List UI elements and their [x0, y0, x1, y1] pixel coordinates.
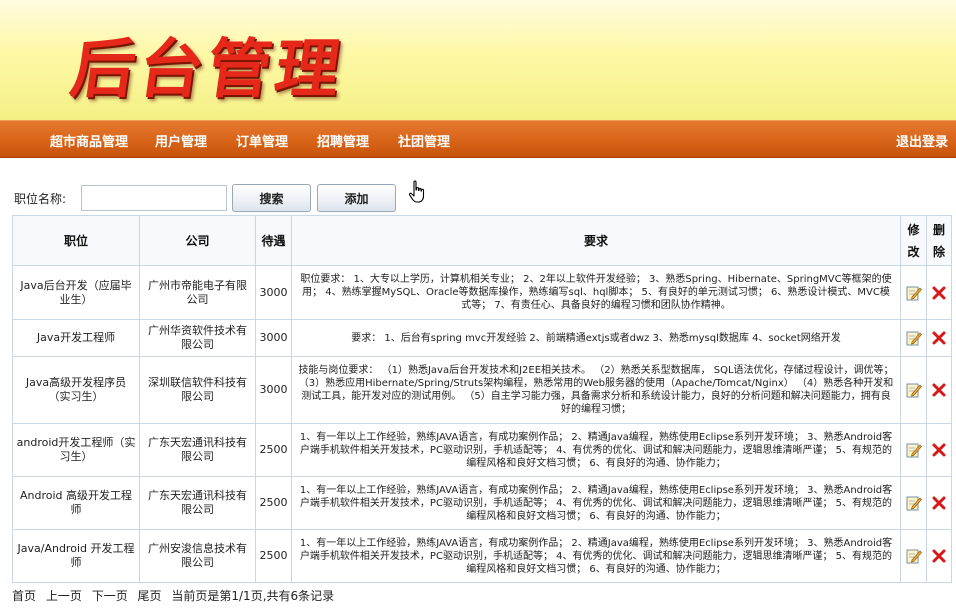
cell-edit — [900, 529, 927, 583]
cell-edit — [900, 476, 927, 530]
delete-x-icon[interactable] — [931, 548, 947, 564]
cell-salary: 2500 — [255, 529, 292, 583]
delete-header-char-1: 删 — [932, 222, 945, 237]
delete-header-char-2: 除 — [932, 244, 945, 259]
cell-edit — [900, 265, 927, 320]
logout-link[interactable]: 退出登录 — [896, 131, 948, 150]
cell-edit — [900, 356, 927, 424]
cell-company: 广州市帝能电子有限公司 — [139, 265, 256, 320]
edit-pencil-icon[interactable] — [906, 495, 922, 511]
cell-salary: 2500 — [255, 423, 292, 477]
first-page-link[interactable]: 首页 — [12, 589, 36, 603]
cell-delete — [926, 529, 952, 583]
cell-position: Java高级开发程序员（实习生） — [12, 356, 140, 424]
cell-requirements: 1、有一年以上工作经验，熟练JAVA语言，有成功案例作品； 2、精通Java编程… — [291, 529, 901, 583]
page-status: 当前页是第1/1页,共有6条记录 — [171, 589, 335, 603]
job-table: 职位 公司 待遇 要求 修改 删除 Java后台开发（应届毕业生） 广州市帝能电… — [12, 215, 952, 583]
cell-delete — [926, 476, 952, 530]
cell-company: 广州华资软件技术有限公司 — [139, 319, 256, 357]
prev-page-link[interactable]: 上一页 — [46, 589, 82, 603]
table-row: Java高级开发程序员（实习生） 深圳联信软件科技有限公司 3000 技能与岗位… — [12, 356, 952, 424]
cell-requirements: 1、有一年以上工作经验，熟练JAVA语言，有成功案例作品； 2、精通Java编程… — [291, 423, 901, 477]
next-page-link[interactable]: 下一页 — [92, 589, 128, 603]
cell-salary: 3000 — [255, 356, 292, 424]
column-header-salary: 待遇 — [255, 215, 292, 266]
table-header-row: 职位 公司 待遇 要求 修改 删除 — [12, 215, 952, 266]
edit-pencil-icon[interactable] — [906, 330, 922, 346]
add-button[interactable]: 添加 — [317, 184, 396, 212]
cell-company: 广东天宏通讯科技有限公司 — [139, 423, 256, 477]
search-button[interactable]: 搜索 — [232, 184, 311, 212]
edit-pencil-icon[interactable] — [906, 382, 922, 398]
delete-x-icon[interactable] — [931, 382, 947, 398]
cell-position: Java后台开发（应届毕业生） — [12, 265, 140, 320]
table-row: Java后台开发（应届毕业生） 广州市帝能电子有限公司 3000 职位要求： 1… — [12, 265, 952, 320]
nav-item-supermarket[interactable]: 超市商品管理 — [50, 131, 128, 150]
cell-requirements: 技能与岗位要求： （1）熟悉Java后台开发技术和J2EE相关技术。 （2）熟悉… — [291, 356, 901, 424]
cell-requirements: 1、有一年以上工作经验，熟练JAVA语言，有成功案例作品； 2、精通Java编程… — [291, 476, 901, 530]
cell-requirements: 职位要求： 1、大专以上学历，计算机相关专业； 2、2年以上软件开发经验； 3、… — [291, 265, 901, 320]
cell-delete — [926, 423, 952, 477]
cell-delete — [926, 356, 952, 424]
edit-pencil-icon[interactable] — [906, 285, 922, 301]
pagination: 首页 上一页 下一页 尾页 当前页是第1/1页,共有6条记录 — [12, 587, 340, 604]
nav-item-recruitment[interactable]: 招聘管理 — [317, 131, 369, 150]
column-header-company: 公司 — [139, 215, 256, 266]
nav-item-clubs[interactable]: 社团管理 — [398, 131, 450, 150]
search-label: 职位名称: — [14, 192, 67, 206]
edit-header-char-1: 修 — [907, 222, 920, 237]
cell-salary: 3000 — [255, 319, 292, 357]
edit-header-char-2: 改 — [907, 244, 920, 259]
cell-position: Android 高级开发工程师 — [12, 476, 140, 530]
edit-pencil-icon[interactable] — [906, 442, 922, 458]
column-header-delete: 删除 — [926, 215, 952, 266]
hand-pointer-icon — [408, 180, 425, 203]
position-name-input[interactable] — [81, 185, 227, 211]
main-nav: 超市商品管理 用户管理 订单管理 招聘管理 社团管理 退出登录 — [0, 120, 956, 158]
delete-x-icon[interactable] — [931, 495, 947, 511]
delete-x-icon[interactable] — [931, 285, 947, 301]
column-header-requirements: 要求 — [291, 215, 901, 266]
cell-position: Java/Android 开发工程师 — [12, 529, 140, 583]
column-header-position: 职位 — [12, 215, 140, 266]
table-row: Android 高级开发工程师 广东天宏通讯科技有限公司 2500 1、有一年以… — [12, 476, 952, 530]
cell-position: android开发工程师（实习生） — [12, 423, 140, 477]
cell-edit — [900, 423, 927, 477]
edit-pencil-icon[interactable] — [906, 548, 922, 564]
delete-x-icon[interactable] — [931, 442, 947, 458]
nav-item-users[interactable]: 用户管理 — [155, 131, 207, 150]
column-header-edit: 修改 — [900, 215, 927, 266]
cell-delete — [926, 265, 952, 320]
table-row: Java开发工程师 广州华资软件技术有限公司 3000 要求： 1、后台有spr… — [12, 319, 952, 357]
cell-position: Java开发工程师 — [12, 319, 140, 357]
table-row: Java/Android 开发工程师 广州安浚信息技术有限公司 2500 1、有… — [12, 529, 952, 583]
last-page-link[interactable]: 尾页 — [138, 589, 162, 603]
table-row: android开发工程师（实习生） 广东天宏通讯科技有限公司 2500 1、有一… — [12, 423, 952, 477]
cell-salary: 2500 — [255, 476, 292, 530]
cell-requirements: 要求： 1、后台有spring mvc开发经验 2、前端精通extjs或者dwz… — [291, 319, 901, 357]
header-banner: 后台管理 — [0, 0, 956, 120]
cell-company: 广州安浚信息技术有限公司 — [139, 529, 256, 583]
cell-edit — [900, 319, 927, 357]
delete-x-icon[interactable] — [931, 330, 947, 346]
cell-salary: 3000 — [255, 265, 292, 320]
nav-item-orders[interactable]: 订单管理 — [236, 131, 288, 150]
cell-company: 深圳联信软件科技有限公司 — [139, 356, 256, 424]
page-title: 后台管理 — [65, 32, 349, 107]
cell-company: 广东天宏通讯科技有限公司 — [139, 476, 256, 530]
cell-delete — [926, 319, 952, 357]
